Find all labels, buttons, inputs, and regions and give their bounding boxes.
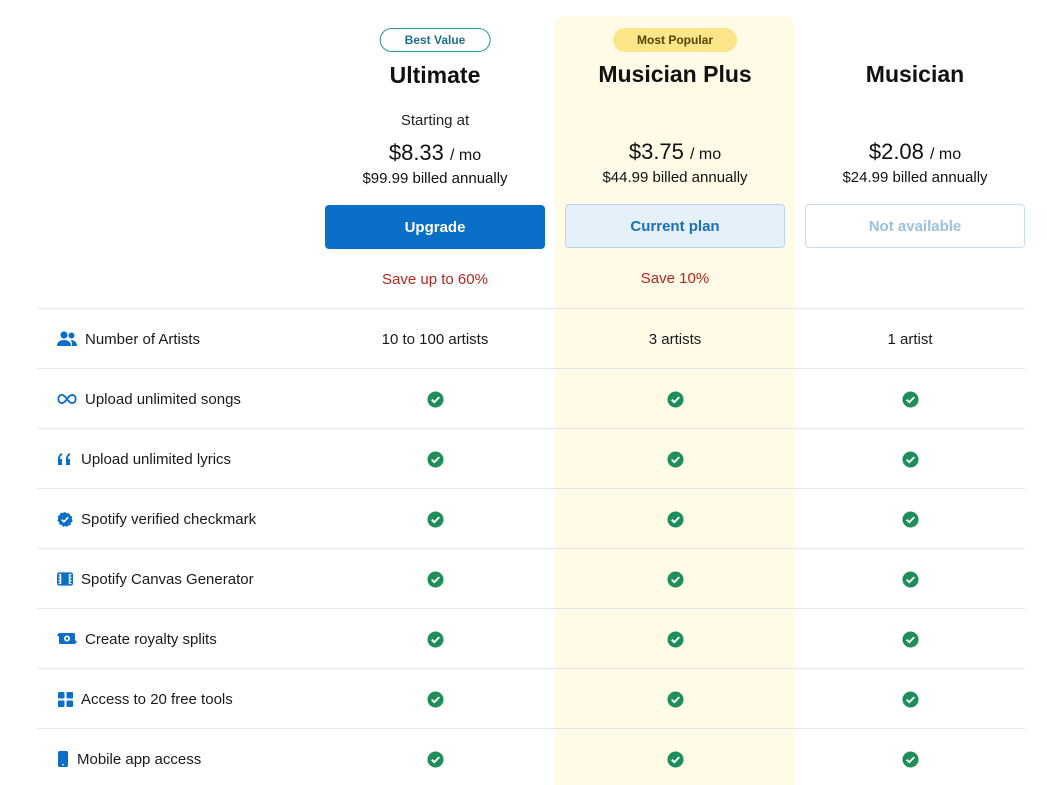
save-label: Save 10%: [640, 270, 710, 287]
grid-icon: [57, 689, 73, 709]
save-label: Save up to 60%: [382, 271, 488, 288]
included-check-icon: [325, 489, 545, 549]
not-available-button[interactable]: Not available: [805, 204, 1025, 248]
feature-row: Number of Artists 10 to 100 artists 3 ar…: [37, 308, 1025, 368]
included-check-icon: [325, 669, 545, 729]
included-check-icon: [565, 729, 785, 785]
infinity-icon: [57, 389, 77, 409]
included-check-icon: [805, 609, 1015, 669]
plan-name: Ultimate: [389, 62, 481, 88]
feature-label: Upload unlimited lyrics: [57, 429, 231, 489]
billed-annually: $44.99 billed annually: [602, 169, 748, 186]
feature-row: Access to 20 free tools: [37, 668, 1025, 728]
plan-name: Musician Plus: [598, 61, 752, 87]
included-check-icon: [805, 669, 1015, 729]
feature-value: 1 artist: [887, 330, 933, 348]
plan-price: $3.75 / mo: [628, 139, 722, 164]
included-check-icon: [565, 369, 785, 429]
billed-annually: $99.99 billed annually: [362, 170, 508, 187]
most-popular-badge: Most Popular: [612, 28, 738, 52]
feature-comparison-table: Number of Artists 10 to 100 artists 3 ar…: [37, 308, 1025, 785]
included-check-icon: [325, 369, 545, 429]
feature-row: Upload unlimited songs: [37, 368, 1025, 428]
feature-label: Number of Artists: [57, 309, 200, 369]
feature-label: Spotify Canvas Generator: [57, 549, 254, 609]
feature-label: Upload unlimited songs: [57, 369, 241, 429]
billed-annually: $24.99 billed annually: [842, 169, 988, 186]
upgrade-button[interactable]: Upgrade: [325, 205, 545, 249]
mobile-phone-icon: [57, 749, 69, 769]
best-value-badge: Best Value: [379, 28, 491, 52]
feature-row: Spotify verified checkmark: [37, 488, 1025, 548]
included-check-icon: [805, 429, 1015, 489]
feature-label: Create royalty splits: [57, 609, 217, 669]
plan-name: Musician: [865, 61, 965, 87]
included-check-icon: [565, 429, 785, 489]
feature-row: Spotify Canvas Generator: [37, 548, 1025, 608]
included-check-icon: [565, 549, 785, 609]
included-check-icon: [325, 609, 545, 669]
included-check-icon: [805, 549, 1015, 609]
included-check-icon: [805, 729, 1015, 785]
included-check-icon: [565, 489, 785, 549]
plan-price: $2.08 / mo: [868, 139, 962, 164]
plan-price: $8.33 / mo: [388, 140, 482, 165]
film-icon: [57, 569, 73, 589]
quote-icon: [57, 449, 73, 469]
included-check-icon: [325, 729, 545, 785]
starting-at-label: Starting at: [400, 112, 470, 129]
feature-label: Access to 20 free tools: [57, 669, 233, 729]
current-plan-button[interactable]: Current plan: [565, 204, 785, 248]
feature-value: 3 artists: [648, 330, 702, 348]
included-check-icon: [805, 489, 1015, 549]
included-check-icon: [325, 429, 545, 489]
feature-label: Spotify verified checkmark: [57, 489, 256, 549]
users-icon: [57, 329, 77, 349]
included-check-icon: [325, 549, 545, 609]
feature-value: 10 to 100 artists: [381, 330, 489, 348]
feature-row: Create royalty splits: [37, 608, 1025, 668]
feature-row: Mobile app access: [37, 728, 1025, 785]
included-check-icon: [805, 369, 1015, 429]
included-check-icon: [565, 669, 785, 729]
money-exchange-icon: [57, 629, 77, 649]
verified-badge-icon: [57, 509, 73, 529]
feature-row: Upload unlimited lyrics: [37, 428, 1025, 488]
included-check-icon: [565, 609, 785, 669]
feature-label: Mobile app access: [57, 729, 201, 785]
